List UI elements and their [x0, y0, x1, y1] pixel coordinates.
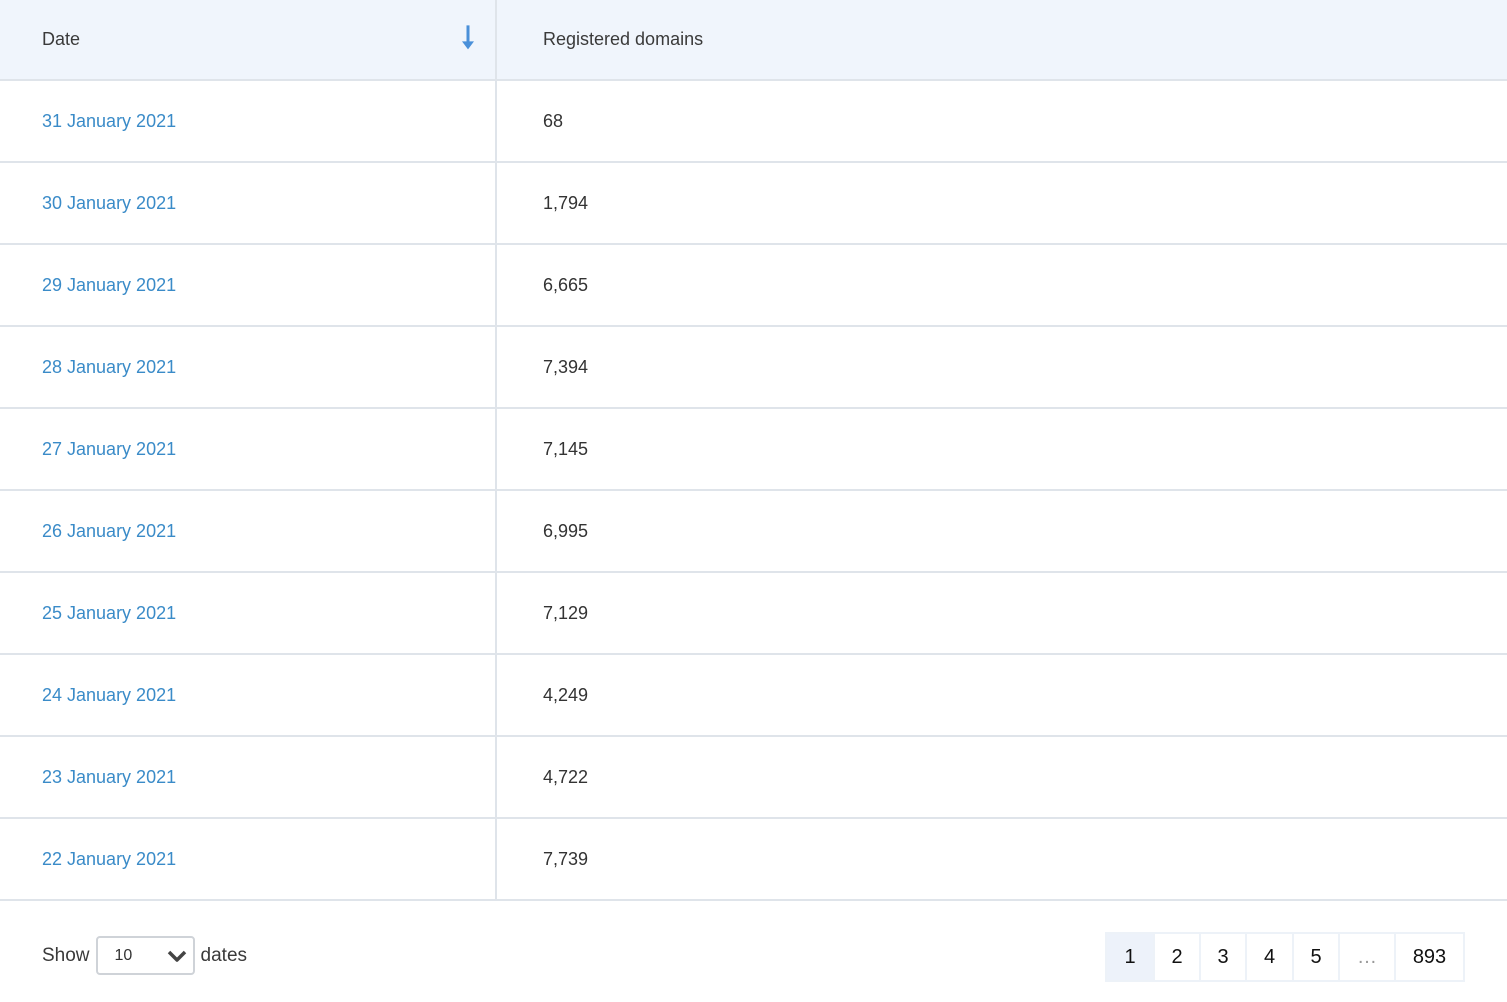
date-link[interactable]: 24 January 2021 — [42, 685, 176, 706]
registered-count: 6,665 — [543, 274, 589, 295]
domains-table: Date Registered domains 31 January 2021 … — [0, 0, 1507, 901]
registered-count: 7,129 — [543, 602, 589, 623]
table-row: 22 January 2021 7,739 — [0, 819, 1507, 901]
table-row: 25 January 2021 7,129 — [0, 573, 1507, 655]
page-button-1[interactable]: 1 — [1107, 934, 1153, 980]
table-header: Date Registered domains — [0, 0, 1507, 81]
column-header-registered-label: Registered domains — [543, 29, 704, 49]
table-row: 27 January 2021 7,145 — [0, 409, 1507, 491]
registered-count: 1,794 — [543, 192, 589, 213]
registered-count: 4,249 — [543, 684, 589, 705]
date-link[interactable]: 23 January 2021 — [42, 767, 176, 788]
registered-count: 6,995 — [543, 520, 589, 541]
page-button-last[interactable]: 893 — [1396, 934, 1463, 980]
column-header-date[interactable]: Date — [0, 0, 497, 79]
page-button-4[interactable]: 4 — [1247, 934, 1292, 980]
page-size-select[interactable]: 10 — [95, 936, 195, 975]
registered-count: 7,394 — [543, 356, 589, 377]
table-footer: Show 10 dates 1 2 3 4 5 … 893 — [0, 901, 1507, 1001]
registered-count: 68 — [543, 110, 564, 131]
page-size-value: 10 — [114, 946, 133, 964]
date-link[interactable]: 22 January 2021 — [42, 849, 176, 870]
page-button-2[interactable]: 2 — [1155, 934, 1199, 980]
date-link[interactable]: 29 January 2021 — [42, 275, 176, 296]
table-row: 26 January 2021 6,995 — [0, 491, 1507, 573]
pagination: 1 2 3 4 5 … 893 — [1105, 932, 1465, 982]
page-button-3[interactable]: 3 — [1201, 934, 1245, 980]
table-row: 29 January 2021 6,665 — [0, 245, 1507, 327]
date-link[interactable]: 27 January 2021 — [42, 439, 176, 460]
dates-label: dates — [200, 944, 248, 966]
arrow-down-icon[interactable] — [461, 24, 475, 50]
date-link[interactable]: 25 January 2021 — [42, 603, 176, 624]
table-row: 23 January 2021 4,722 — [0, 737, 1507, 819]
chevron-down-icon — [167, 950, 186, 962]
date-link[interactable]: 28 January 2021 — [42, 357, 176, 378]
date-link[interactable]: 30 January 2021 — [42, 193, 176, 214]
table-row: 31 January 2021 68 — [0, 81, 1507, 163]
column-header-date-label: Date — [42, 29, 81, 49]
show-label: Show — [42, 944, 90, 966]
page-button-5[interactable]: 5 — [1294, 934, 1338, 980]
page-size-control: Show 10 dates — [42, 936, 247, 975]
registered-count: 4,722 — [543, 766, 589, 787]
column-header-registered-domains[interactable]: Registered domains — [497, 0, 1507, 79]
table-row: 30 January 2021 1,794 — [0, 163, 1507, 245]
table-row: 24 January 2021 4,249 — [0, 655, 1507, 737]
registered-count: 7,739 — [543, 848, 589, 869]
date-link[interactable]: 31 January 2021 — [42, 111, 176, 132]
table-row: 28 January 2021 7,394 — [0, 327, 1507, 409]
registered-count: 7,145 — [543, 438, 589, 459]
pagination-ellipsis: … — [1340, 934, 1394, 980]
date-link[interactable]: 26 January 2021 — [42, 521, 176, 542]
